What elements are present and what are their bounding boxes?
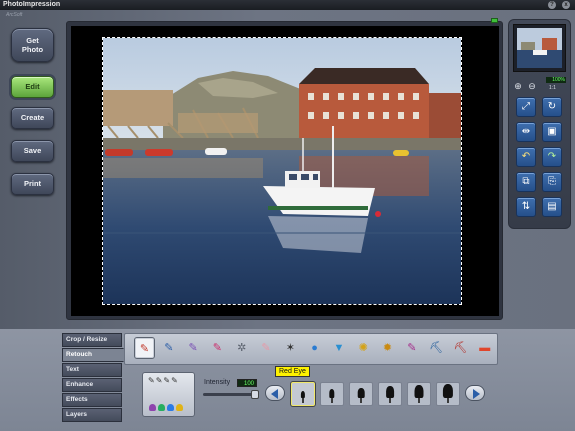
- brush-handle-icon: [389, 398, 391, 403]
- brush-size-option[interactable]: [378, 382, 402, 406]
- zoom-ratio: 1:1: [549, 85, 556, 91]
- properties-icon[interactable]: ▤: [542, 197, 562, 217]
- brush-color-swatches: [149, 398, 185, 416]
- redo-icon[interactable]: ↷: [542, 147, 562, 167]
- brush-tip-icon[interactable]: ✎✎✎✎: [148, 376, 179, 385]
- brush-handle-icon: [418, 398, 420, 403]
- paste-icon[interactable]: ⎘: [542, 172, 562, 192]
- status-indicator-icon: [491, 18, 498, 23]
- intensity-value: 100: [237, 379, 257, 387]
- brush-handle-icon: [302, 398, 304, 403]
- scratch-remover-icon[interactable]: ✲: [231, 337, 252, 359]
- get-photo-button[interactable]: Get Photo: [11, 28, 54, 62]
- close-button[interactable]: x: [562, 1, 570, 9]
- title-bar: PhotoImpression ? x: [0, 0, 575, 10]
- get-photo-label-line1: Get: [26, 36, 39, 45]
- flip-horizontal-icon[interactable]: ⇹: [516, 122, 536, 142]
- copy-icon[interactable]: ⧉: [516, 172, 536, 192]
- brush-size-option[interactable]: [436, 382, 460, 406]
- color-picker-icon[interactable]: ✎: [401, 337, 422, 359]
- edit-button[interactable]: Edit: [11, 76, 54, 98]
- sharpen-icon[interactable]: ▼: [328, 337, 349, 359]
- brush-size-option[interactable]: [349, 382, 373, 406]
- darken-icon[interactable]: ✹: [377, 337, 398, 359]
- red-eye-tool-icon[interactable]: ✎: [134, 337, 155, 359]
- tab-text[interactable]: Text: [62, 363, 122, 377]
- get-photo-label-line2: Photo: [21, 45, 44, 54]
- brush-stamp-icon[interactable]: ✶: [280, 337, 301, 359]
- eraser-tool-icon[interactable]: ✎: [256, 337, 277, 359]
- zoom-in-icon[interactable]: ⊕: [513, 81, 523, 91]
- brush-tip-icon: [300, 390, 306, 398]
- arrow-left-icon: [271, 389, 278, 399]
- brush-size-option[interactable]: [291, 382, 315, 406]
- fill-tool-icon[interactable]: ⛏: [426, 337, 447, 359]
- blur-drop-icon[interactable]: ●: [304, 337, 325, 359]
- zoom-out-icon[interactable]: ⊖: [527, 81, 537, 91]
- rotate-icon[interactable]: ↻: [542, 97, 562, 117]
- tab-effects[interactable]: Effects: [62, 393, 122, 407]
- brush-color-swatch[interactable]: [158, 404, 165, 411]
- brush-handle-icon: [331, 398, 333, 403]
- scroll-right-button[interactable]: [465, 385, 485, 401]
- brush-tip-icon: [442, 383, 454, 398]
- brush-size-option[interactable]: [407, 382, 431, 406]
- brush-color-swatch[interactable]: [176, 404, 183, 411]
- fit-to-window-icon[interactable]: ⤢: [516, 97, 536, 117]
- create-button[interactable]: Create: [11, 107, 54, 129]
- tool-tooltip: Red Eye: [275, 366, 310, 377]
- zoom-controls: ⊕ ⊖ 100% 1:1: [513, 77, 566, 93]
- save-button[interactable]: Save: [11, 140, 54, 162]
- tab-crop-resize[interactable]: Crop / Resize: [62, 333, 122, 347]
- brush-tip-icon: [329, 389, 335, 398]
- undo-icon[interactable]: ↶: [516, 147, 536, 167]
- app-title: PhotoImpression: [3, 1, 61, 8]
- brush-color-swatch[interactable]: [149, 404, 156, 411]
- intensity-slider[interactable]: [203, 393, 257, 396]
- crop-icon[interactable]: ▣: [542, 122, 562, 142]
- layer-transfer-icon[interactable]: ⇅: [516, 197, 536, 217]
- clone-tool-icon[interactable]: ✎: [158, 337, 179, 359]
- brush-tip-icon: [414, 385, 424, 398]
- photo-image[interactable]: [102, 37, 462, 305]
- intensity-slider-handle[interactable]: [251, 390, 259, 399]
- intensity-label: Intensity: [204, 379, 231, 386]
- navigator-thumbnail[interactable]: [513, 24, 566, 72]
- tab-layers[interactable]: Layers: [62, 408, 122, 422]
- brightness-icon[interactable]: ✺: [353, 337, 374, 359]
- magic-brush-icon[interactable]: ⛏: [450, 337, 471, 359]
- help-button[interactable]: ?: [548, 1, 556, 9]
- print-button[interactable]: Print: [11, 173, 54, 195]
- brush-size-option[interactable]: [320, 382, 344, 406]
- gradient-icon[interactable]: ▬: [474, 337, 495, 359]
- tab-enhance[interactable]: Enhance: [62, 378, 122, 392]
- brush-handle-icon: [447, 398, 449, 403]
- smudge-tool-icon[interactable]: ✎: [183, 337, 204, 359]
- scroll-left-button[interactable]: [265, 385, 285, 401]
- brush-tip-icon: [386, 386, 394, 398]
- tab-retouch[interactable]: Retouch: [62, 348, 124, 362]
- brush-color-swatch[interactable]: [167, 404, 174, 411]
- brush-tip-icon: [357, 387, 365, 398]
- brush-handle-icon: [360, 398, 362, 403]
- pencil-tool-icon[interactable]: ✎: [207, 337, 228, 359]
- brand-logo: ArcSoft: [6, 12, 23, 18]
- zoom-level: 100%: [546, 77, 566, 83]
- arrow-right-icon: [473, 389, 480, 399]
